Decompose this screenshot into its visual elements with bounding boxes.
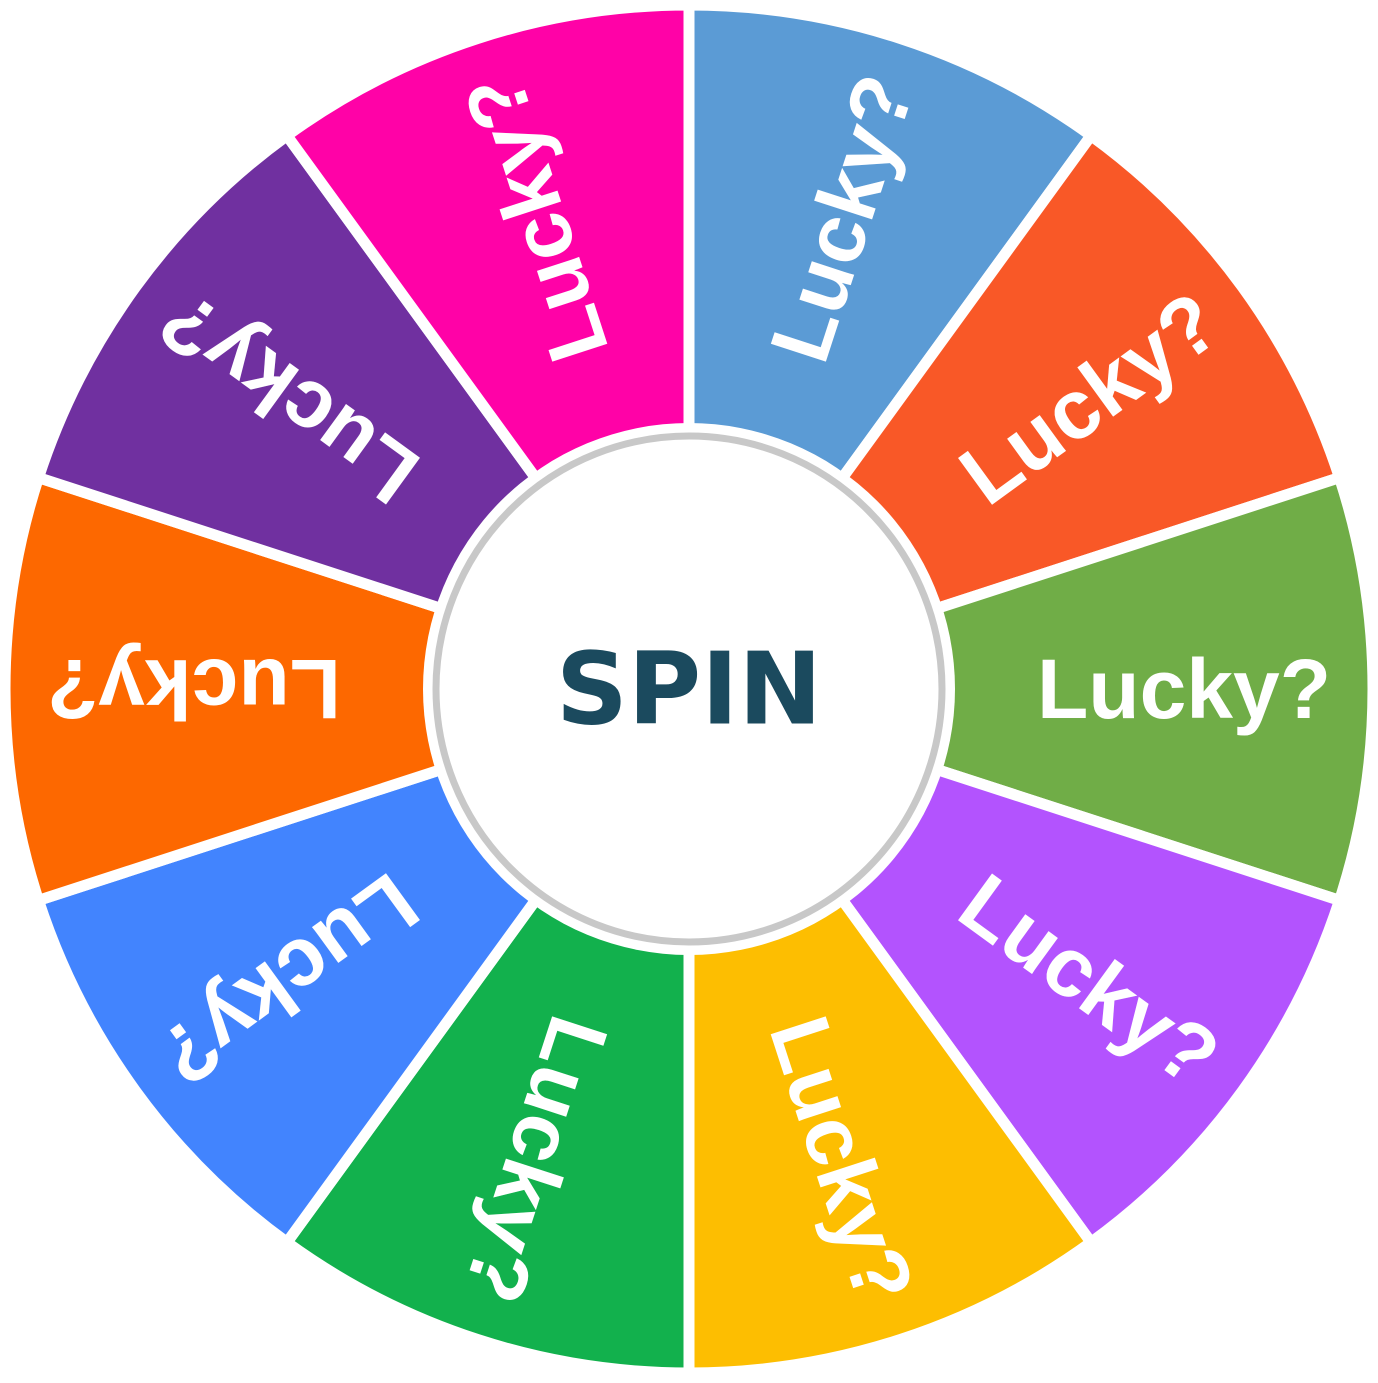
segment-label: Lucky? (1037, 642, 1331, 736)
wheel-graphic[interactable]: Lucky?Lucky?Lucky?Lucky?Lucky?Lucky?Luck… (0, 0, 1378, 1383)
prize-wheel[interactable]: Lucky? Lucky? Lucky? Lucky? Lucky? Lucky? Luck… (0, 0, 1378, 1383)
spin-button[interactable]: SPIN (423, 423, 955, 955)
spin-label[interactable]: SPIN (556, 631, 822, 748)
segment-label: Lucky? (47, 642, 341, 736)
